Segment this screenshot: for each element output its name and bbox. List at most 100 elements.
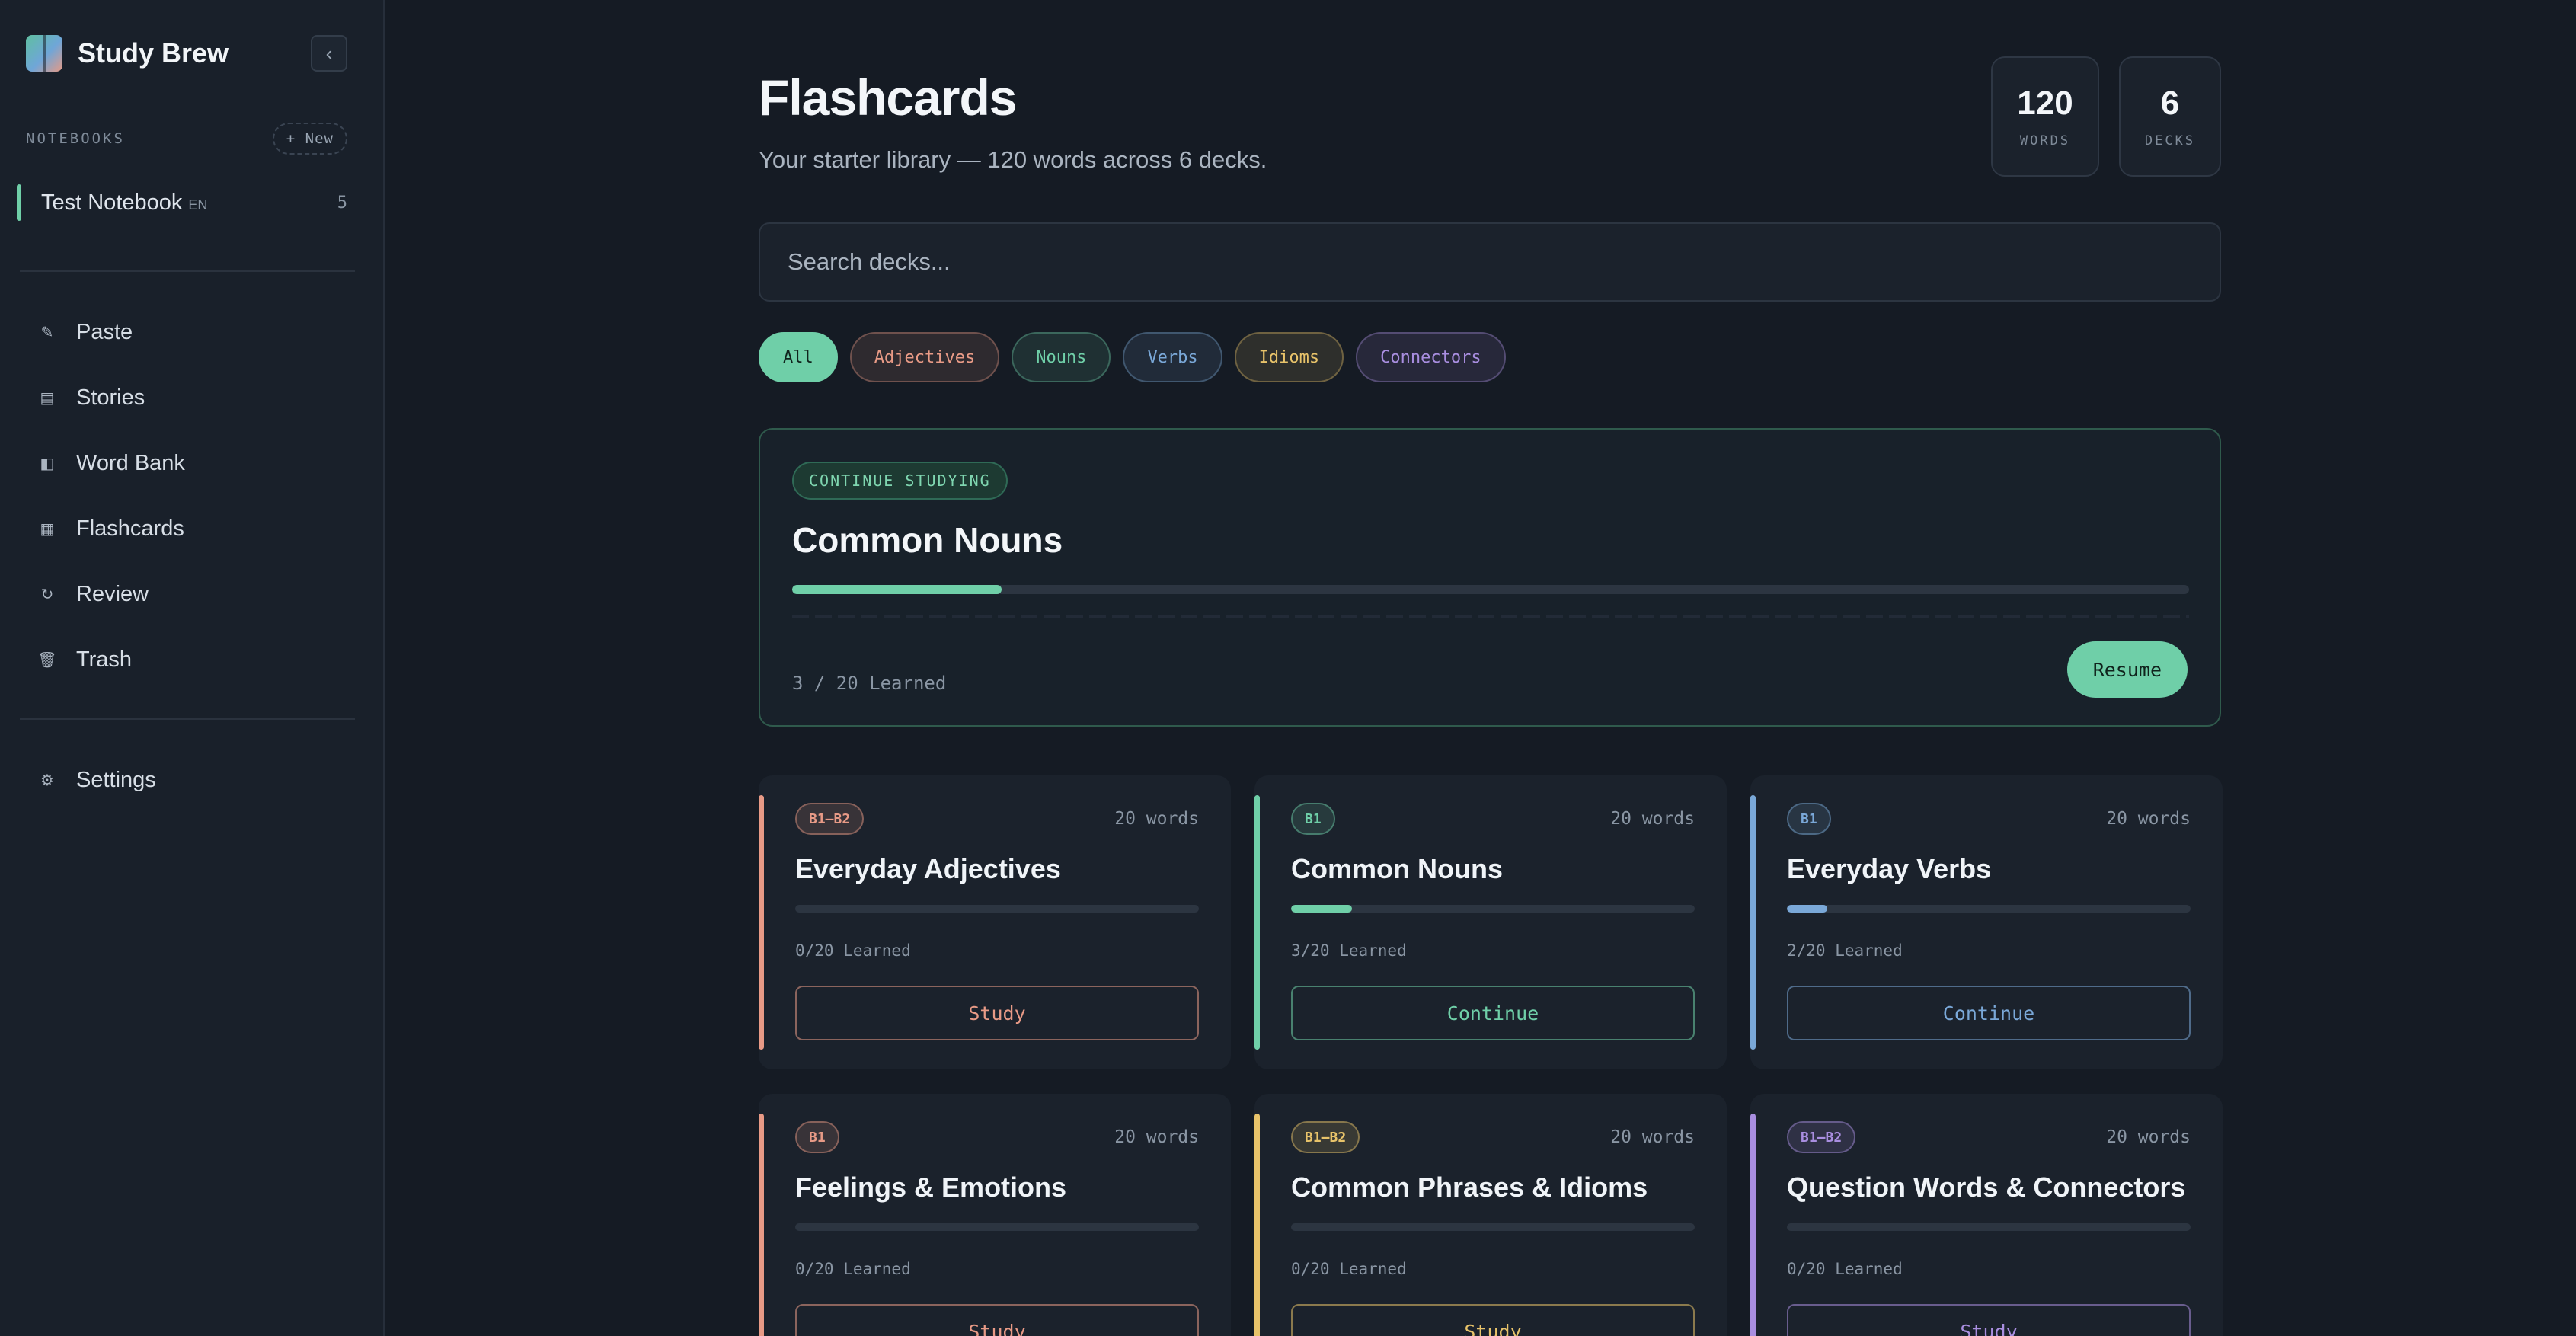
- deck-card[interactable]: B1 20 words Feelings & Emotions 0/20 Lea…: [759, 1094, 1231, 1336]
- nav-item-stories[interactable]: ▤ Stories: [26, 378, 346, 417]
- deck-accent-bar: [1750, 795, 1756, 1050]
- deck-progress-track: [1787, 905, 2191, 913]
- notebook-item-test[interactable]: Test Notebook EN 5: [17, 181, 347, 224]
- nav-item-flashcards[interactable]: ▦ Flashcards: [26, 509, 346, 548]
- sidebar-divider: [20, 718, 355, 720]
- deck-study-button[interactable]: Study: [795, 1304, 1199, 1336]
- deck-accent-bar: [759, 1114, 764, 1336]
- nav-label: Paste: [76, 319, 133, 344]
- filter-verbs[interactable]: Verbs: [1123, 332, 1222, 382]
- nav-label: Review: [76, 581, 149, 606]
- pencil-icon: ✎: [40, 324, 54, 341]
- deck-progress-track: [795, 905, 1199, 913]
- nav-item-trash[interactable]: 🗑 Trash: [26, 640, 346, 679]
- deck-accent-bar: [1254, 1114, 1260, 1336]
- nav-item-word-bank[interactable]: ◧ Word Bank: [26, 443, 346, 483]
- deck-word-count: 20 words: [2106, 1127, 2191, 1147]
- deck-accent-bar: [1254, 795, 1260, 1050]
- deck-study-button[interactable]: Study: [1787, 1304, 2191, 1336]
- gear-icon: ⚙: [40, 772, 54, 789]
- notebook-name: Test Notebook: [41, 190, 183, 215]
- deck-level-badge: B1–B2: [1291, 1121, 1360, 1153]
- deck-card[interactable]: B1–B2 20 words Question Words & Connecto…: [1750, 1094, 2223, 1336]
- stat-value: 6: [2160, 85, 2180, 122]
- deck-accent-bar: [1750, 1114, 1756, 1336]
- stat-words: 120 WORDS: [1991, 56, 2099, 177]
- sidebar: Study Brew ‹ NOTEBOOKS + New Test Notebo…: [0, 0, 385, 1336]
- separator: [792, 615, 2189, 618]
- deck-title: Everyday Adjectives: [795, 853, 1061, 884]
- notebook-language: EN: [188, 197, 208, 213]
- deck-continue-button[interactable]: Continue: [1291, 986, 1695, 1040]
- brand[interactable]: Study Brew: [26, 34, 229, 73]
- nav-item-settings[interactable]: ⚙ Settings: [26, 760, 346, 800]
- nav-item-review[interactable]: ↻ Review: [26, 574, 346, 614]
- sidebar-divider: [20, 270, 355, 272]
- new-notebook-button[interactable]: + New: [272, 123, 347, 155]
- deck-learned: 0/20 Learned: [1291, 1260, 1407, 1278]
- stat-decks: 6 DECKS: [2119, 56, 2221, 177]
- deck-progress-track: [1291, 905, 1695, 913]
- nav-item-paste[interactable]: ✎ Paste: [26, 312, 346, 352]
- cards-icon: ▦: [40, 520, 55, 538]
- deck-word-count: 20 words: [1610, 809, 1695, 829]
- notebook-count: 5: [337, 193, 347, 213]
- stat-label: DECKS: [2144, 133, 2196, 149]
- deck-learned: 0/20 Learned: [1787, 1260, 1903, 1278]
- deck-learned: 0/20 Learned: [795, 941, 911, 960]
- filter-nouns[interactable]: Nouns: [1012, 332, 1111, 382]
- page-subtitle: Your starter library — 120 words across …: [759, 146, 1267, 173]
- resume-button[interactable]: Resume: [2066, 641, 2188, 698]
- deck-continue-button[interactable]: Continue: [1787, 986, 2191, 1040]
- collapse-sidebar-button[interactable]: ‹: [311, 35, 347, 72]
- deck-title: Common Nouns: [1291, 853, 1503, 884]
- continue-progress-track: [792, 585, 2189, 594]
- refresh-icon: ↻: [40, 586, 54, 603]
- deck-progress-track: [1787, 1223, 2191, 1231]
- trash-icon: 🗑: [37, 651, 57, 669]
- active-indicator: [17, 184, 21, 221]
- deck-word-count: 20 words: [1610, 1127, 1695, 1147]
- deck-level-badge: B1: [1291, 803, 1335, 835]
- filter-all[interactable]: All: [759, 332, 838, 382]
- notebooks-title: NOTEBOOKS: [26, 130, 125, 147]
- filter-chips: All Adjectives Nouns Verbs Idioms Connec…: [759, 332, 1506, 382]
- deck-progress-fill: [1291, 905, 1352, 913]
- page-title: Flashcards: [759, 69, 1017, 126]
- stat-value: 120: [2017, 85, 2073, 122]
- deck-card[interactable]: B1 20 words Common Nouns 3/20 Learned Co…: [1254, 775, 1727, 1069]
- deck-card[interactable]: B1 20 words Everyday Verbs 2/20 Learned …: [1750, 775, 2223, 1069]
- deck-accent-bar: [759, 795, 764, 1050]
- search-input[interactable]: Search decks...: [759, 222, 2221, 302]
- deck-progress-track: [795, 1223, 1199, 1231]
- filter-idioms[interactable]: Idioms: [1234, 332, 1344, 382]
- deck-learned: 3/20 Learned: [1291, 941, 1407, 960]
- chevron-left-icon: ‹: [325, 41, 333, 65]
- deck-card[interactable]: B1–B2 20 words Common Phrases & Idioms 0…: [1254, 1094, 1727, 1336]
- deck-learned: 2/20 Learned: [1787, 941, 1903, 960]
- deck-progress-track: [1291, 1223, 1695, 1231]
- nav-label: Trash: [76, 647, 133, 672]
- filter-connectors[interactable]: Connectors: [1356, 332, 1506, 382]
- nav-label: Settings: [76, 767, 156, 792]
- deck-word-count: 20 words: [1114, 809, 1199, 829]
- stat-label: WORDS: [2019, 133, 2071, 149]
- deck-title: Everyday Verbs: [1787, 853, 1992, 884]
- nav-label: Word Bank: [76, 450, 185, 475]
- deck-level-badge: B1: [1787, 803, 1831, 835]
- deck-title: Feelings & Emotions: [795, 1171, 1067, 1203]
- deck-card[interactable]: B1–B2 20 words Everyday Adjectives 0/20 …: [759, 775, 1231, 1069]
- logo-icon: [26, 35, 62, 72]
- deck-level-badge: B1–B2: [795, 803, 865, 835]
- continue-deck-title: Common Nouns: [792, 520, 1063, 560]
- deck-level-badge: B1: [795, 1121, 839, 1153]
- continue-badge: CONTINUE STUDYING: [792, 462, 1008, 500]
- deck-word-count: 20 words: [1114, 1127, 1199, 1147]
- filter-adjectives[interactable]: Adjectives: [849, 332, 1000, 382]
- deck-title: Question Words & Connectors: [1787, 1171, 2186, 1203]
- deck-progress-fill: [1787, 905, 1827, 913]
- deck-study-button[interactable]: Study: [1291, 1304, 1695, 1336]
- continue-studying-card: CONTINUE STUDYING Common Nouns 3 / 20 Le…: [759, 428, 2221, 727]
- deck-level-badge: B1–B2: [1787, 1121, 1856, 1153]
- deck-study-button[interactable]: Study: [795, 986, 1199, 1040]
